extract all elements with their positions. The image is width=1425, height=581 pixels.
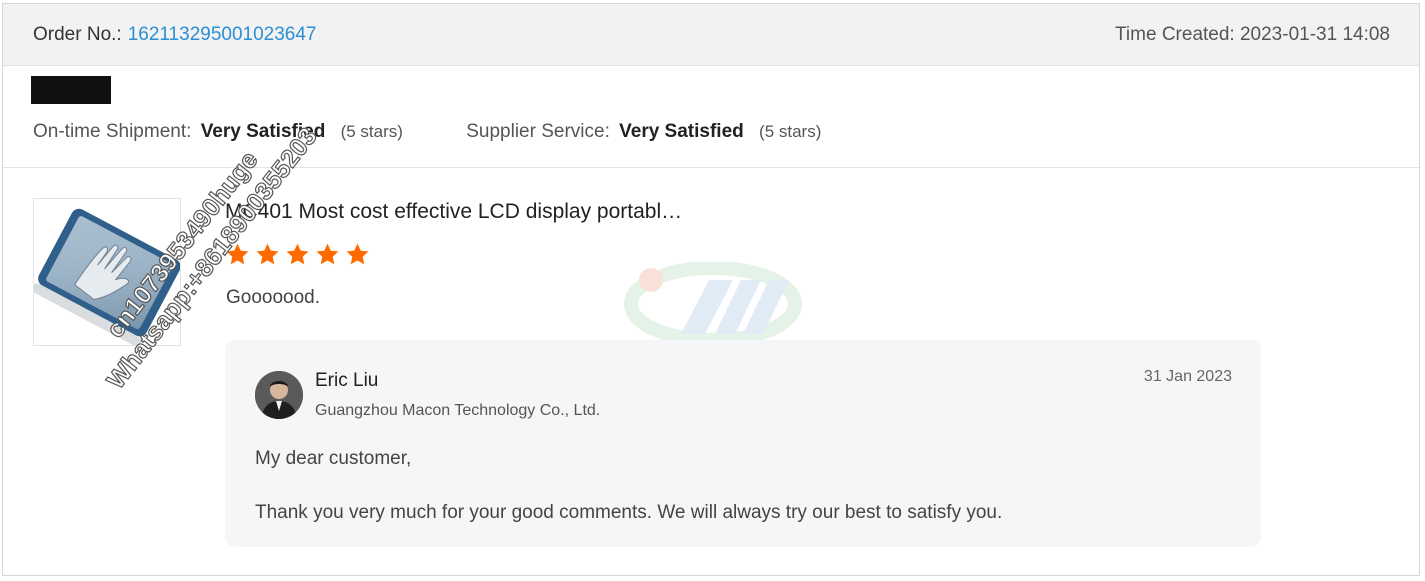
order-number-label: Order No.: xyxy=(33,24,122,45)
time-created: Time Created: 2023-01-31 14:08 xyxy=(1115,24,1390,45)
supplier-ratings: On-time Shipment: Very Satisfied (5 star… xyxy=(33,121,821,143)
service-rating-stars: (5 stars) xyxy=(759,122,822,141)
reply-greeting: My dear customer, xyxy=(255,448,412,469)
review-text: Gooooood. xyxy=(226,287,321,308)
reply-body: Thank you very much for your good commen… xyxy=(255,502,1003,523)
avatar xyxy=(255,371,303,419)
service-rating-label: Supplier Service: xyxy=(466,121,610,142)
star-icon xyxy=(316,243,339,265)
shipment-rating: On-time Shipment: Very Satisfied (5 star… xyxy=(33,121,403,143)
tablet-image-icon xyxy=(34,208,180,345)
service-rating: Supplier Service: Very Satisfied (5 star… xyxy=(466,121,821,143)
person-avatar-icon xyxy=(255,371,303,419)
macon-logo-icon xyxy=(624,261,802,347)
reply-company: Guangzhou Macon Technology Co., Ltd. xyxy=(315,402,601,419)
shipment-rating-label: On-time Shipment: xyxy=(33,121,192,142)
product-star-rating xyxy=(225,242,370,267)
shipment-rating-value: Very Satisfied xyxy=(200,121,326,142)
section-divider xyxy=(3,167,1419,168)
review-card: Order No.: 162113295001023647 Time Create… xyxy=(2,3,1420,576)
order-header: Order No.: 162113295001023647 Time Create… xyxy=(3,4,1419,66)
product-title[interactable]: MC401 Most cost effective LCD display po… xyxy=(225,200,682,224)
star-icon xyxy=(346,243,369,265)
reply-author-name: Eric Liu xyxy=(315,370,379,391)
shipment-rating-stars: (5 stars) xyxy=(340,122,403,141)
supplier-reply: Eric Liu Guangzhou Macon Technology Co.,… xyxy=(225,340,1261,547)
star-icon xyxy=(226,243,249,265)
order-number-link[interactable]: 162113295001023647 xyxy=(128,24,317,45)
redacted-buyer-name xyxy=(31,76,111,104)
service-rating-value: Very Satisfied xyxy=(619,121,744,142)
product-image[interactable] xyxy=(33,198,181,346)
reply-date: 31 Jan 2023 xyxy=(1143,368,1232,385)
star-icon xyxy=(286,243,309,265)
order-number-row: Order No.: 162113295001023647 xyxy=(33,24,317,46)
star-icon xyxy=(256,243,279,265)
